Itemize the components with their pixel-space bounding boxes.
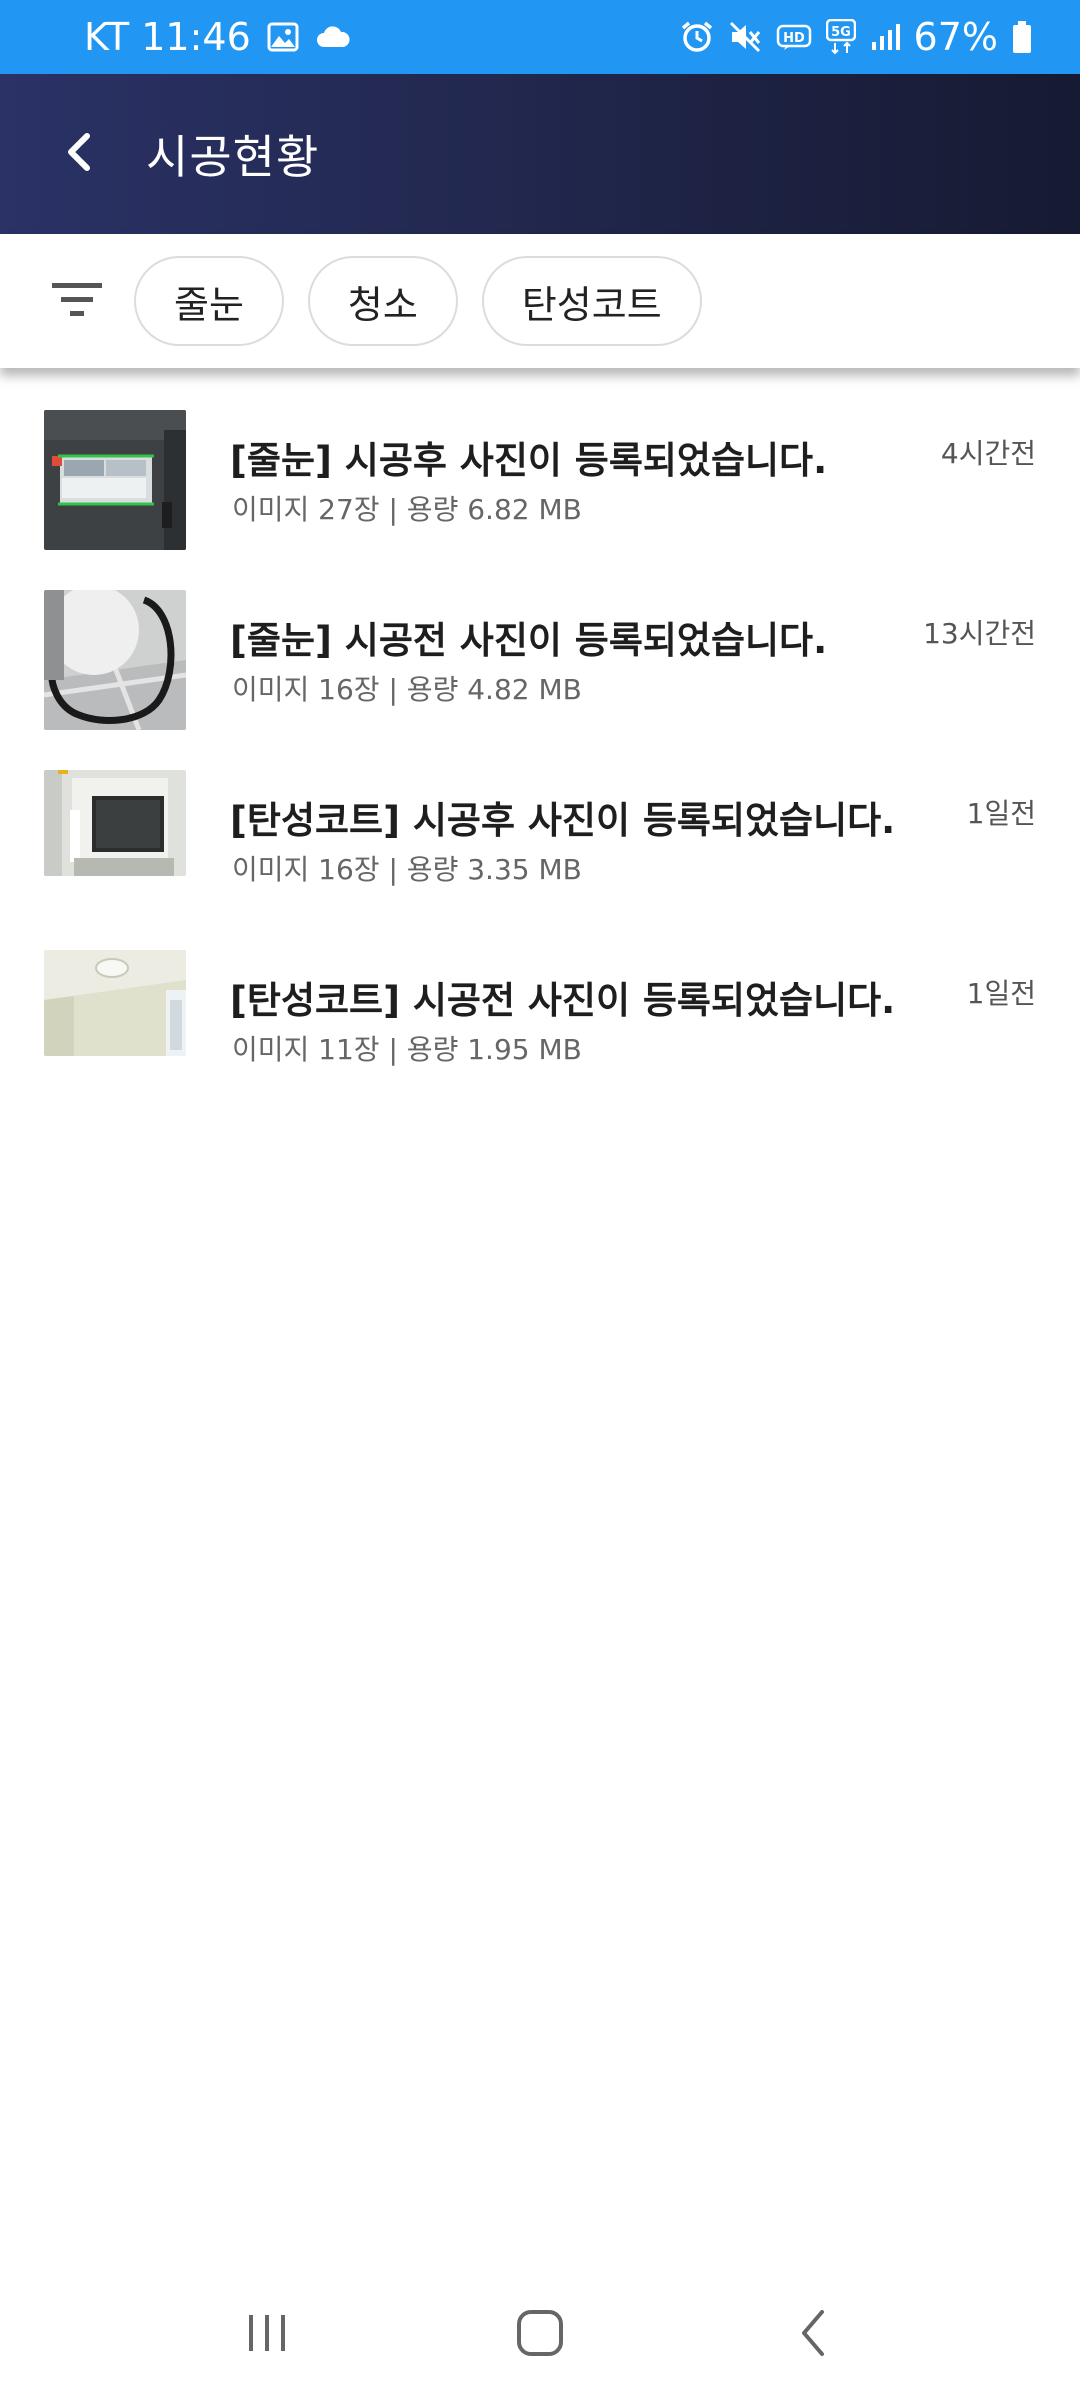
filter-chip-grout[interactable]: 줄눈 — [134, 256, 284, 346]
item-time: 13시간전 — [923, 617, 1036, 650]
5g-icon: 5G — [825, 19, 856, 55]
recent-apps-button[interactable] — [207, 2285, 327, 2385]
chevron-left-icon — [63, 130, 93, 178]
home-icon — [515, 2308, 565, 2362]
svg-text:HD: HD — [783, 31, 805, 46]
screen: KT 11:46 HD 5G 67% 시공현황 줄눈 청소 탄성코트 [줄눈] … — [0, 0, 1080, 2400]
notification-list: [줄눈] 시공후 사진이 등록되었습니다. 이미지 27장 | 용량 6.82 … — [0, 368, 1080, 1088]
list-item[interactable]: [탄성코트] 시공전 사진이 등록되었습니다. 이미지 11장 | 용량 1.9… — [0, 908, 1080, 1088]
cloud-icon — [315, 25, 351, 49]
back-icon — [796, 2308, 830, 2362]
mute-icon — [728, 20, 762, 54]
status-left: KT 11:46 — [84, 15, 351, 59]
list-item[interactable]: [줄눈] 시공후 사진이 등록되었습니다. 이미지 27장 | 용량 6.82 … — [0, 368, 1080, 550]
recent-apps-icon — [245, 2311, 289, 2359]
gallery-icon — [267, 22, 299, 52]
thumbnail-image — [44, 410, 186, 550]
app-bar: 시공현황 — [0, 74, 1080, 234]
back-nav-button[interactable] — [753, 2285, 873, 2385]
item-subtitle: 이미지 27장 | 용량 6.82 MB — [232, 493, 582, 526]
item-title: [탄성코트] 시공전 사진이 등록되었습니다. — [230, 979, 896, 1022]
item-time: 4시간전 — [940, 437, 1036, 470]
battery-percent: 67% — [913, 15, 998, 59]
item-subtitle: 이미지 16장 | 용량 3.35 MB — [232, 853, 582, 886]
filter-chip-cleaning[interactable]: 청소 — [307, 256, 458, 346]
thumbnail-image — [44, 950, 186, 1056]
carrier-time: KT 11:46 — [84, 15, 251, 59]
item-title: [줄눈] 시공후 사진이 등록되었습니다. — [230, 439, 828, 482]
list-item[interactable]: [탄성코트] 시공후 사진이 등록되었습니다. 이미지 16장 | 용량 3.3… — [0, 728, 1080, 908]
filter-icon — [50, 279, 104, 323]
page-title: 시공현황 — [146, 130, 320, 184]
list-item[interactable]: [줄눈] 시공전 사진이 등록되었습니다. 이미지 16장 | 용량 4.82 … — [0, 548, 1080, 730]
thumbnail-image — [44, 590, 186, 730]
filter-button[interactable] — [42, 266, 112, 336]
status-bar: KT 11:46 HD 5G 67% — [0, 0, 1080, 74]
thumbnail-image — [44, 770, 186, 876]
battery-icon — [1012, 20, 1032, 54]
item-title: [줄눈] 시공전 사진이 등록되었습니다. — [230, 619, 828, 662]
back-button[interactable] — [28, 104, 128, 204]
home-button[interactable] — [480, 2285, 600, 2385]
item-title: [탄성코트] 시공후 사진이 등록되었습니다. — [230, 799, 896, 842]
filter-chip-elastic-coat[interactable]: 탄성코트 — [481, 256, 702, 346]
item-time: 1일전 — [966, 797, 1036, 830]
alarm-icon — [680, 20, 714, 54]
item-subtitle: 이미지 11장 | 용량 1.95 MB — [232, 1033, 582, 1066]
signal-icon — [870, 22, 900, 52]
filter-bar: 줄눈 청소 탄성코트 — [0, 234, 1080, 368]
item-time: 1일전 — [966, 977, 1036, 1010]
system-nav-bar — [0, 2270, 1080, 2400]
status-right: HD 5G 67% — [680, 15, 1032, 59]
hd-icon: HD — [776, 23, 812, 51]
svg-text:5G: 5G — [831, 25, 851, 40]
item-subtitle: 이미지 16장 | 용량 4.82 MB — [232, 673, 582, 706]
